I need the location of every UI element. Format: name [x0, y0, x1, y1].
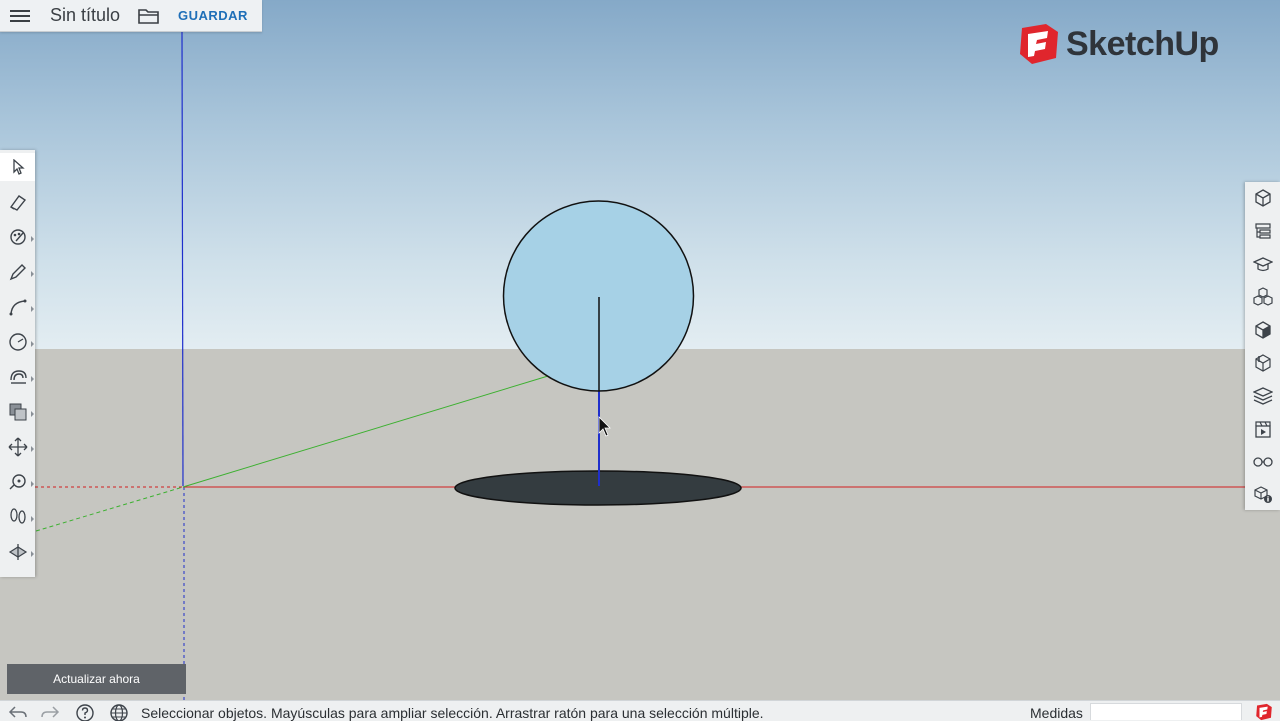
- menu-button[interactable]: [0, 0, 40, 31]
- scenes-panel[interactable]: [1249, 415, 1277, 443]
- redo-icon: [41, 706, 60, 718]
- eraser-tool[interactable]: [4, 188, 32, 216]
- glasses-icon: [1253, 457, 1273, 467]
- section-tool[interactable]: [4, 538, 34, 566]
- caret-icon: [31, 446, 34, 452]
- caret-icon: [31, 481, 34, 487]
- caret-icon: [31, 376, 34, 382]
- tape-measure-icon: [9, 474, 26, 490]
- materials-cube-icon: [1255, 321, 1271, 339]
- measurements-input[interactable]: [1090, 703, 1242, 720]
- blue-axis-solid: [181, 31, 184, 487]
- instructor-panel[interactable]: [1249, 250, 1277, 278]
- line-tool[interactable]: [4, 258, 34, 286]
- menu-icon: [10, 9, 30, 22]
- outliner-icon: [1255, 223, 1271, 239]
- move-tool[interactable]: [4, 433, 34, 461]
- offset-tool[interactable]: [4, 398, 34, 426]
- arrow-cursor-icon: [12, 159, 25, 175]
- top-bar: Sin título GUARDAR: [0, 0, 262, 32]
- sketchup-logo: SketchUp: [1018, 22, 1219, 66]
- styles-panel[interactable]: [1249, 349, 1277, 377]
- right-panel-toolbar: [1245, 182, 1280, 510]
- layers-panel[interactable]: [1249, 382, 1277, 410]
- model-info-icon: [1254, 486, 1272, 503]
- redo-button[interactable]: [40, 703, 60, 721]
- open-folder-button[interactable]: [134, 0, 164, 31]
- sketchup-logo-icon: [1020, 24, 1058, 64]
- styles-icon: [1255, 354, 1271, 372]
- mouse-cursor-icon: [598, 416, 611, 437]
- tape-measure-tool[interactable]: [4, 468, 34, 496]
- undo-icon: [8, 706, 27, 718]
- select-tool[interactable]: [0, 153, 35, 181]
- undo-button[interactable]: [8, 703, 28, 721]
- footprints-icon: [10, 508, 26, 524]
- globe-icon: [110, 704, 128, 721]
- outliner-panel[interactable]: [1249, 217, 1277, 245]
- caret-icon: [31, 551, 34, 557]
- arc-tool[interactable]: [4, 293, 34, 321]
- entity-info-icon: [1255, 189, 1271, 207]
- help-button[interactable]: [75, 703, 95, 721]
- save-button[interactable]: GUARDAR: [178, 8, 248, 23]
- green-axis-solid: [182, 375, 549, 488]
- materials-panel[interactable]: [1249, 316, 1277, 344]
- components-icon: [1253, 287, 1273, 306]
- status-hint-text: Seleccionar objetos. Mayúsculas para amp…: [141, 705, 764, 721]
- model-info-panel[interactable]: [1249, 481, 1277, 509]
- scenes-clapper-icon: [1255, 421, 1271, 438]
- geolocation-button[interactable]: [108, 703, 128, 721]
- measurements-label: Medidas: [1030, 705, 1083, 721]
- paint-tool[interactable]: [4, 223, 34, 251]
- left-toolbar: [0, 150, 35, 577]
- model-viewport[interactable]: [0, 0, 1280, 700]
- caret-icon: [31, 516, 34, 522]
- paint-palette-icon: [10, 229, 26, 245]
- graduation-cap-icon: [1253, 257, 1273, 272]
- move-arrows-icon: [8, 437, 28, 457]
- pushpull-tool[interactable]: [4, 363, 34, 391]
- help-icon: [76, 704, 94, 721]
- walk-tool[interactable]: [4, 503, 34, 531]
- components-panel[interactable]: [1249, 283, 1277, 311]
- arc-icon: [9, 299, 27, 316]
- entity-info-panel[interactable]: [1249, 184, 1277, 212]
- caret-icon: [31, 411, 34, 417]
- circle-icon: [9, 333, 27, 351]
- caret-icon: [31, 341, 34, 347]
- green-axis-dashed: [35, 486, 184, 532]
- offset-icon: [9, 403, 27, 421]
- sketchup-logo-icon: [1256, 703, 1272, 721]
- caret-icon: [31, 271, 34, 277]
- folder-icon: [138, 8, 159, 24]
- eraser-icon: [9, 195, 27, 211]
- display-panel[interactable]: [1249, 448, 1277, 476]
- brand-name: SketchUp: [1066, 24, 1219, 63]
- caret-icon: [31, 306, 34, 312]
- circle-tool[interactable]: [4, 328, 34, 356]
- pushpull-icon: [10, 370, 27, 384]
- document-title[interactable]: Sin título: [50, 5, 134, 26]
- pencil-icon: [9, 264, 26, 281]
- caret-icon: [31, 236, 34, 242]
- update-now-button[interactable]: Actualizar ahora: [7, 664, 186, 694]
- sketchup-status-logo[interactable]: [1252, 703, 1276, 726]
- section-plane-icon: [8, 544, 28, 560]
- status-bar: Seleccionar objetos. Mayúsculas para amp…: [0, 700, 1280, 721]
- layers-icon: [1253, 387, 1273, 405]
